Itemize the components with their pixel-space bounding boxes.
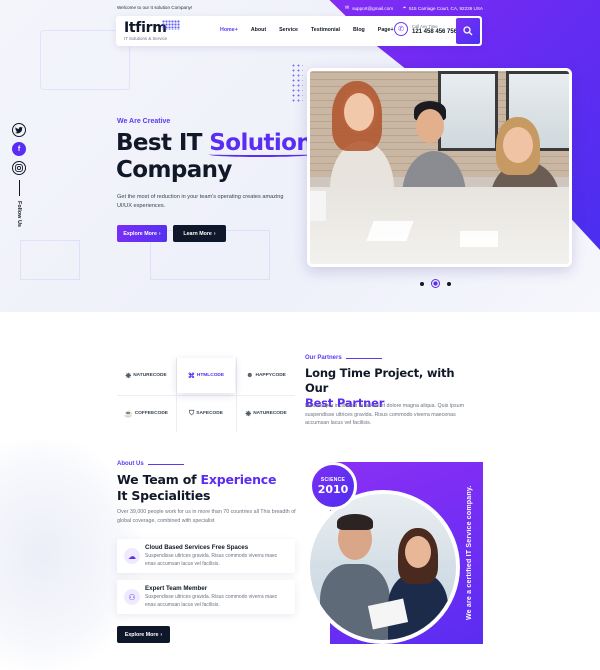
leaf-icon: ❋ — [125, 372, 132, 380]
address-info: ⌖ 515 Carriage Court, CA, 92236 USA — [403, 5, 483, 11]
slider-dot[interactable] — [447, 281, 451, 286]
top-bar: Welcome to our It solution Company! ✉ sup… — [0, 4, 600, 14]
location-icon: ⌖ — [403, 5, 406, 11]
code-icon: ⌘ — [187, 372, 195, 380]
address-text: 515 Carriage Court, CA, 92236 USA — [408, 5, 483, 11]
badge-year: 2010 — [317, 482, 349, 496]
circuit-pattern — [20, 240, 80, 280]
feature-description: Suspendisse ultrices gravida. Risus comm… — [145, 594, 278, 608]
arrow-icon: › — [158, 230, 161, 237]
hero-title-highlight: Solution — [209, 130, 313, 157]
smile-icon: ☻ — [246, 372, 254, 379]
logo-mark-icon — [162, 20, 180, 30]
hero-explore-button[interactable]: Explore More › — [117, 225, 167, 242]
hero-slider-dots — [420, 279, 451, 288]
feature-title: Expert Team Member — [145, 585, 208, 592]
arrow-icon: › — [160, 631, 163, 638]
partner-logo[interactable]: ☕ COFFEECODE — [117, 396, 175, 431]
hero-title: Best IT Solution Company — [116, 130, 313, 184]
logo[interactable]: Itfirm IT Solutions & Service — [124, 19, 180, 41]
slider-dot[interactable] — [420, 281, 424, 286]
hero-learn-button[interactable]: Learn More › — [173, 225, 226, 242]
partners-description: Mod tempor incididunt ut labore et dolor… — [305, 403, 464, 426]
partner-logo[interactable]: ⛉ SAFECODE — [177, 396, 235, 431]
certified-vertical-text: We are a certified IT Service company. — [466, 485, 473, 621]
hero-title-part1: Best IT — [116, 130, 210, 156]
email-text: support@gmail.com — [352, 5, 394, 11]
about-kicker: About Us — [117, 461, 184, 467]
logo-tagline: IT Solutions & Service — [124, 36, 168, 41]
nav-item-testimonial[interactable]: Testimonial — [311, 27, 340, 33]
main-nav: Home+ About Service Testimonial Blog Pag… — [220, 27, 394, 33]
hero-title-part2: Company — [116, 157, 232, 183]
nav-item-service[interactable]: Service — [279, 27, 298, 33]
partner-logo-featured[interactable]: ⌘ HTMLCODE — [177, 358, 235, 393]
leaf-icon: ❋ — [245, 410, 252, 418]
feature-card: ☁ Cloud Based Services Free Spaces Suspe… — [117, 539, 295, 573]
hero-eyebrow: We Are Creative — [117, 118, 171, 125]
feature-card: ⚇ Expert Team Member Suspendisse ultrice… — [117, 580, 295, 614]
search-button[interactable] — [456, 18, 480, 44]
about-description: Over 39,000 people work for us in more t… — [117, 509, 296, 524]
welcome-text: Welcome to our It solution Company! — [117, 5, 193, 10]
hero-description: Get the most of reduction in your team's… — [117, 194, 284, 209]
follow-us-label: Follow Us — [16, 201, 22, 227]
nav-item-page[interactable]: Page+ — [378, 27, 394, 33]
facebook-icon[interactable]: f — [12, 142, 26, 156]
nav-item-home[interactable]: Home+ — [220, 27, 238, 33]
partners-kicker: Our Partners — [305, 355, 382, 361]
partner-logo[interactable]: ☻ HAPPYCODE — [237, 358, 295, 393]
cloud-icon: ☁ — [124, 548, 140, 564]
shield-icon: ⛉ — [189, 409, 195, 417]
feature-description: Suspendisse ultrices gravida. Risus comm… — [145, 553, 278, 567]
nav-item-blog[interactable]: Blog — [353, 27, 365, 33]
nav-item-about[interactable]: About — [251, 27, 266, 33]
about-explore-button[interactable]: Explore More › — [117, 626, 170, 643]
team-icon: ⚇ — [124, 589, 140, 605]
about-title: We Team of Experience It Specialities — [117, 472, 277, 503]
divider — [18, 180, 20, 196]
partner-logo[interactable]: ❋ NATURECODE — [117, 358, 175, 393]
hero-image — [307, 68, 572, 267]
slider-dot-active[interactable] — [431, 279, 440, 288]
call-number: 121 458 456 756 — [412, 28, 458, 35]
about-photo — [306, 490, 460, 644]
search-icon — [463, 26, 473, 36]
phone-icon: ✆ — [394, 22, 408, 36]
mail-icon: ✉ — [344, 5, 350, 11]
partner-logo[interactable]: ❋ NATURECODE — [237, 396, 295, 431]
arrow-icon: › — [213, 230, 216, 237]
email-info[interactable]: ✉ support@gmail.com — [345, 5, 393, 11]
partner-logo-grid: ❋ NATURECODE ⌘ HTMLCODE ☻ HAPPYCODE ☕ COFFEE… — [117, 358, 295, 432]
call-box[interactable]: ✆ Call Any Time 121 458 456 756 — [394, 22, 457, 36]
instagram-icon[interactable] — [12, 161, 26, 175]
twitter-icon[interactable] — [12, 123, 26, 137]
science-badge: SCIENCE 2010 — [309, 462, 357, 510]
feature-title: Cloud Based Services Free Spaces — [145, 544, 249, 551]
main-header: Itfirm IT Solutions & Service Home+ Abou… — [116, 16, 482, 46]
cup-icon: ☕ — [123, 410, 133, 418]
highlight-underline — [209, 152, 313, 157]
dot-pattern — [291, 63, 303, 103]
social-sidebar: f Follow Us — [12, 123, 26, 227]
logo-name: Itfirm — [124, 20, 167, 36]
